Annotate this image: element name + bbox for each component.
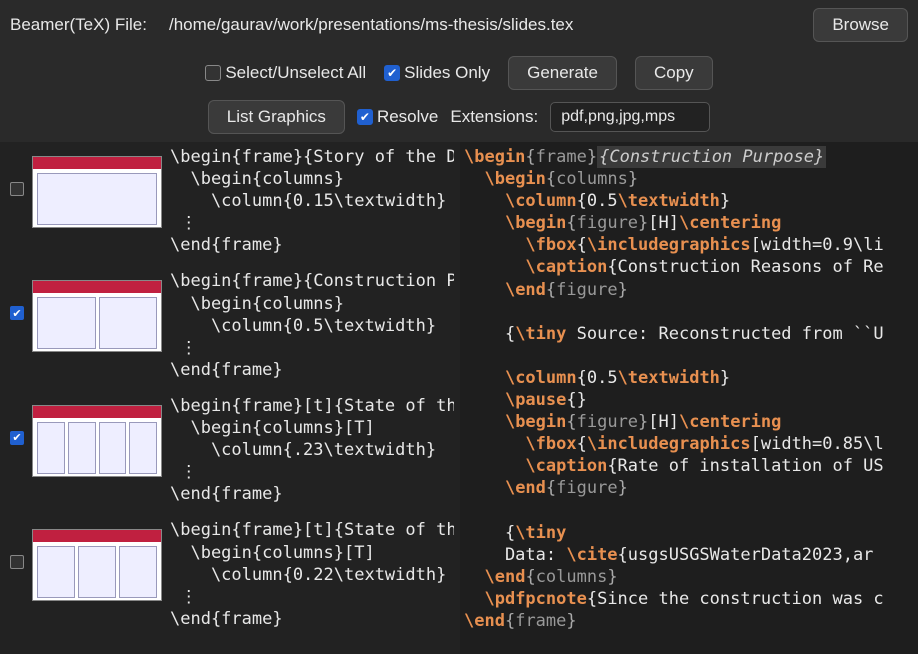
- slide-thumbnail[interactable]: [32, 405, 162, 477]
- checkbox-icon: ✔: [384, 65, 400, 81]
- slide-row[interactable]: \begin{frame}[t]{State of the \begin{col…: [0, 515, 460, 639]
- slides-list[interactable]: \begin{frame}{Story of the Da \begin{col…: [0, 142, 460, 654]
- select-all-label: Select/Unselect All: [225, 63, 366, 83]
- extensions-label: Extensions:: [450, 107, 538, 127]
- select-all-checkbox[interactable]: Select/Unselect All: [205, 63, 366, 83]
- file-path: /home/gaurav/work/presentations/ms-thesi…: [159, 15, 801, 35]
- slide-checkbox[interactable]: ✔: [10, 306, 24, 320]
- slide-thumbnail[interactable]: [32, 156, 162, 228]
- slide-row[interactable]: ✔ \begin{frame}{Construction P \begin{col…: [0, 266, 460, 390]
- slides-only-checkbox[interactable]: ✔ Slides Only: [384, 63, 490, 83]
- toolbar-row-1: Select/Unselect All ✔ Slides Only Genera…: [0, 50, 918, 96]
- slides-only-label: Slides Only: [404, 63, 490, 83]
- resolve-label: Resolve: [377, 107, 438, 127]
- file-label: Beamer(TeX) File:: [10, 15, 147, 35]
- slide-checkbox[interactable]: ✔: [10, 431, 24, 445]
- slide-row[interactable]: \begin{frame}{Story of the Da \begin{col…: [0, 142, 460, 266]
- checkbox-icon: [205, 65, 221, 81]
- slide-thumbnail[interactable]: [32, 529, 162, 601]
- slide-snippet: \begin{frame}{Construction P \begin{colu…: [166, 268, 454, 388]
- list-graphics-button[interactable]: List Graphics: [208, 100, 345, 134]
- toolbar-row-2: List Graphics ✔ Resolve Extensions:: [0, 96, 918, 142]
- resolve-checkbox[interactable]: ✔ Resolve: [357, 107, 438, 127]
- code-view[interactable]: \begin{frame}{Construction Purpose} \beg…: [460, 142, 918, 654]
- slide-checkbox[interactable]: [10, 182, 24, 196]
- checkbox-icon: ✔: [357, 109, 373, 125]
- slide-checkbox[interactable]: [10, 555, 24, 569]
- generate-button[interactable]: Generate: [508, 56, 617, 90]
- slide-snippet: \begin{frame}[t]{State of the \begin{col…: [166, 517, 454, 637]
- browse-button[interactable]: Browse: [813, 8, 908, 42]
- top-bar: Beamer(TeX) File: /home/gaurav/work/pres…: [0, 0, 918, 50]
- slide-row[interactable]: ✔ \begin{frame}[t]{State of the \begin{co…: [0, 391, 460, 515]
- slide-snippet: \begin{frame}{Story of the Da \begin{col…: [166, 144, 454, 264]
- slide-snippet: \begin{frame}[t]{State of the \begin{col…: [166, 393, 454, 513]
- extensions-input[interactable]: [550, 102, 710, 132]
- main-split: \begin{frame}{Story of the Da \begin{col…: [0, 142, 918, 654]
- slide-thumbnail[interactable]: [32, 280, 162, 352]
- copy-button[interactable]: Copy: [635, 56, 713, 90]
